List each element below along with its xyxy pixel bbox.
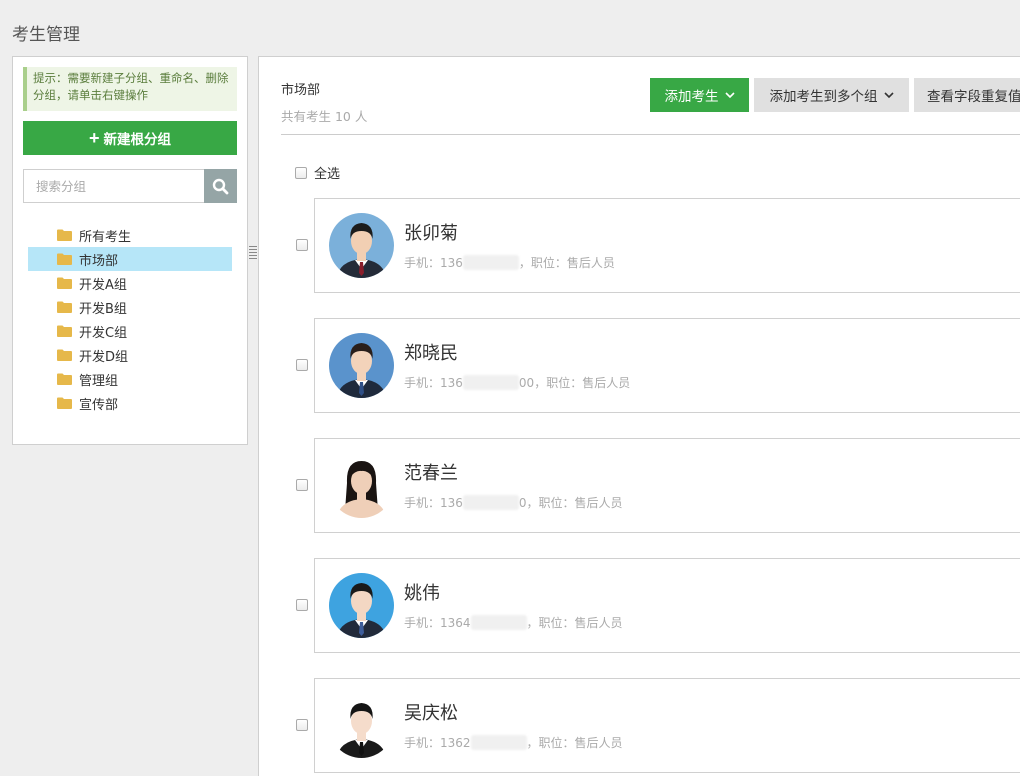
avatar xyxy=(329,573,394,638)
phone-prefix: 手机：1362 xyxy=(404,736,471,750)
folder-icon xyxy=(57,397,72,409)
new-root-group-button[interactable]: + 新建根分组 xyxy=(23,121,237,155)
tree-item-label: 管理组 xyxy=(79,373,119,389)
group-name: 市场部 xyxy=(281,83,321,98)
candidate-role: ，职位：售后人员 xyxy=(526,616,623,630)
phone-prefix: 手机：1364 xyxy=(404,616,471,630)
candidate-card[interactable]: 姚伟手机：1364 ，职位：售后人员 xyxy=(314,558,1020,653)
group-count: 共有考生 10 人 xyxy=(281,109,368,124)
candidate-checkbox[interactable] xyxy=(296,359,308,371)
candidate-name: 吴庆松 xyxy=(404,703,458,724)
tree-item-label: 开发A组 xyxy=(79,277,127,293)
group-tree: 所有考生市场部开发A组开发B组开发C组开发D组管理组宣传部 xyxy=(28,223,232,415)
tree-item[interactable]: 管理组 xyxy=(28,367,232,391)
candidate-checkbox[interactable] xyxy=(296,599,308,611)
candidate-name: 范春兰 xyxy=(404,463,458,484)
candidate-checkbox[interactable] xyxy=(296,719,308,731)
phone-suffix: 0 xyxy=(518,496,527,510)
add-to-multiple-groups-label: 添加考生到多个组 xyxy=(769,89,878,104)
candidate-name: 郑晓民 xyxy=(404,343,458,364)
select-all[interactable]: 全选 xyxy=(295,163,340,182)
tree-item-label: 所有考生 xyxy=(79,229,132,245)
select-all-checkbox[interactable] xyxy=(295,166,307,179)
candidate-card[interactable]: 张卯菊手机：136 ，职位：售后人员 xyxy=(314,198,1020,293)
tree-item[interactable]: 市场部 xyxy=(28,247,232,271)
add-candidate-button[interactable]: 添加考生 xyxy=(650,78,749,112)
candidate-info: 手机：136 ，职位：售后人员 xyxy=(404,254,615,271)
tree-item-label: 开发B组 xyxy=(79,301,127,317)
check-duplicate-fields-button[interactable]: 查看字段重复值 xyxy=(914,78,1020,112)
avatar xyxy=(329,333,394,398)
phone-redaction xyxy=(462,375,519,390)
phone-redaction xyxy=(462,255,519,270)
phone-redaction xyxy=(462,495,519,510)
splitter-handle-icon[interactable] xyxy=(249,244,257,260)
avatar xyxy=(329,693,394,758)
candidate-name: 张卯菊 xyxy=(404,223,458,244)
candidate-info: 手机：136 0，职位：售后人员 xyxy=(404,494,623,511)
add-candidate-label: 添加考生 xyxy=(664,89,719,104)
folder-icon xyxy=(57,373,72,385)
avatar xyxy=(329,453,394,518)
header-divider xyxy=(281,134,1020,135)
folder-icon xyxy=(57,253,72,265)
chevron-down-icon xyxy=(883,91,894,98)
folder-icon xyxy=(57,349,72,361)
check-duplicate-fields-label: 查看字段重复值 xyxy=(927,89,1020,104)
candidate-role: ，职位：售后人员 xyxy=(534,376,631,390)
group-search xyxy=(23,169,237,203)
tree-item[interactable]: 开发C组 xyxy=(28,319,232,343)
folder-icon xyxy=(57,325,72,337)
phone-prefix: 手机：136 xyxy=(404,256,463,270)
tree-item-label: 市场部 xyxy=(79,253,119,269)
candidate-role: ，职位：售后人员 xyxy=(526,736,623,750)
candidate-info: 手机：136 00，职位：售后人员 xyxy=(404,374,630,391)
tree-item[interactable]: 所有考生 xyxy=(28,223,232,247)
search-icon xyxy=(212,178,229,194)
candidate-name: 姚伟 xyxy=(404,583,440,604)
candidate-role: ，职位：售后人员 xyxy=(526,496,623,510)
add-to-multiple-groups-button[interactable]: 添加考生到多个组 xyxy=(754,78,909,112)
avatar xyxy=(329,213,394,278)
tree-item-label: 宣传部 xyxy=(79,397,119,413)
candidate-role: ，职位：售后人员 xyxy=(518,256,615,270)
tree-item-label: 开发C组 xyxy=(79,325,128,341)
tree-item[interactable]: 开发B组 xyxy=(28,295,232,319)
group-search-button[interactable] xyxy=(204,169,237,203)
phone-prefix: 手机：136 xyxy=(404,496,463,510)
folder-icon xyxy=(57,277,72,289)
tree-item[interactable]: 开发A组 xyxy=(28,271,232,295)
candidate-card[interactable]: 吴庆松手机：1362 ，职位：售后人员 xyxy=(314,678,1020,773)
select-all-label: 全选 xyxy=(314,167,341,182)
page-title: 考生管理 xyxy=(12,25,80,45)
tree-item[interactable]: 宣传部 xyxy=(28,391,232,415)
candidate-info: 手机：1364 ，职位：售后人员 xyxy=(404,614,623,631)
group-search-input[interactable] xyxy=(23,169,204,203)
folder-icon xyxy=(57,301,72,313)
candidate-info: 手机：1362 ，职位：售后人员 xyxy=(404,734,623,751)
candidate-checkbox[interactable] xyxy=(296,239,308,251)
candidate-card[interactable]: 范春兰手机：136 0，职位：售后人员 xyxy=(314,438,1020,533)
phone-redaction xyxy=(470,615,527,630)
candidate-panel: 市场部 共有考生 10 人 添加考生 添加考生到多个组 查看字段重复值 全选 张… xyxy=(258,56,1020,776)
phone-prefix: 手机：136 xyxy=(404,376,463,390)
plus-icon: + xyxy=(88,128,100,148)
phone-redaction xyxy=(470,735,527,750)
phone-suffix: 00 xyxy=(518,376,535,390)
group-panel: 提示：需要新建子分组、重命名、删除分组，请单击右键操作 + 新建根分组 所有考生… xyxy=(12,56,248,445)
tree-item-label: 开发D组 xyxy=(79,349,129,365)
new-root-group-label: 新建根分组 xyxy=(103,132,172,147)
tip-box: 提示：需要新建子分组、重命名、删除分组，请单击右键操作 xyxy=(23,67,237,111)
chevron-down-icon xyxy=(724,91,735,98)
candidate-card[interactable]: 郑晓民手机：136 00，职位：售后人员 xyxy=(314,318,1020,413)
tree-item[interactable]: 开发D组 xyxy=(28,343,232,367)
candidate-checkbox[interactable] xyxy=(296,479,308,491)
folder-icon xyxy=(57,229,72,241)
